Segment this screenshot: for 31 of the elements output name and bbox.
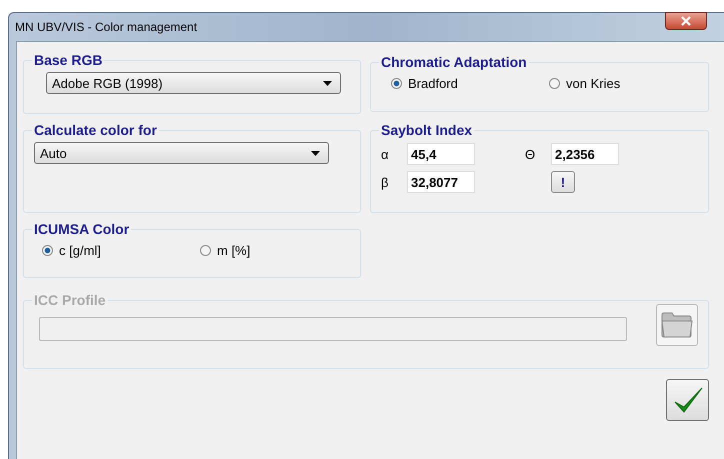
radio-label: m [%] — [217, 243, 250, 258]
group-title: Chromatic Adaptation — [380, 54, 528, 70]
group-title: Base RGB — [33, 52, 104, 68]
caret-icon — [323, 80, 332, 86]
radio-option[interactable]: m [%] — [192, 243, 350, 258]
symbol-label: Θ — [525, 146, 536, 162]
caret-icon — [311, 150, 320, 156]
radio-option[interactable]: Bradford — [381, 76, 539, 91]
close-icon — [680, 16, 692, 26]
calculate-button[interactable]: ! — [551, 171, 575, 193]
radio-label: von Kries — [566, 76, 620, 91]
input-field[interactable]: 45,4 — [407, 143, 475, 165]
folder-icon — [660, 311, 694, 339]
group-title: Saybolt Index — [380, 122, 474, 138]
input-field[interactable]: 32,8077 — [407, 171, 475, 193]
dropdown[interactable]: Adobe RGB (1998) — [46, 72, 341, 94]
radio-option[interactable]: c [g/ml] — [34, 243, 192, 258]
radio-label: c [g/ml] — [59, 243, 101, 258]
radio-label: Bradford — [408, 76, 458, 91]
radio-option[interactable]: von Kries — [539, 76, 697, 91]
checkmark-icon — [672, 385, 704, 415]
group-title: Calculate color for — [33, 122, 158, 138]
symbol-label: β — [381, 174, 390, 190]
group-title: ICUMSA Color — [33, 221, 130, 237]
dropdown[interactable]: Auto — [34, 142, 329, 164]
close-button[interactable] — [665, 12, 707, 30]
symbol-label: α — [381, 146, 390, 162]
ok-button[interactable] — [666, 379, 709, 421]
group-title: ICC Profile — [33, 292, 107, 308]
input-field[interactable]: 2,2356 — [551, 143, 619, 165]
window-title: MN UBV/VIS - Color management — [15, 20, 198, 34]
